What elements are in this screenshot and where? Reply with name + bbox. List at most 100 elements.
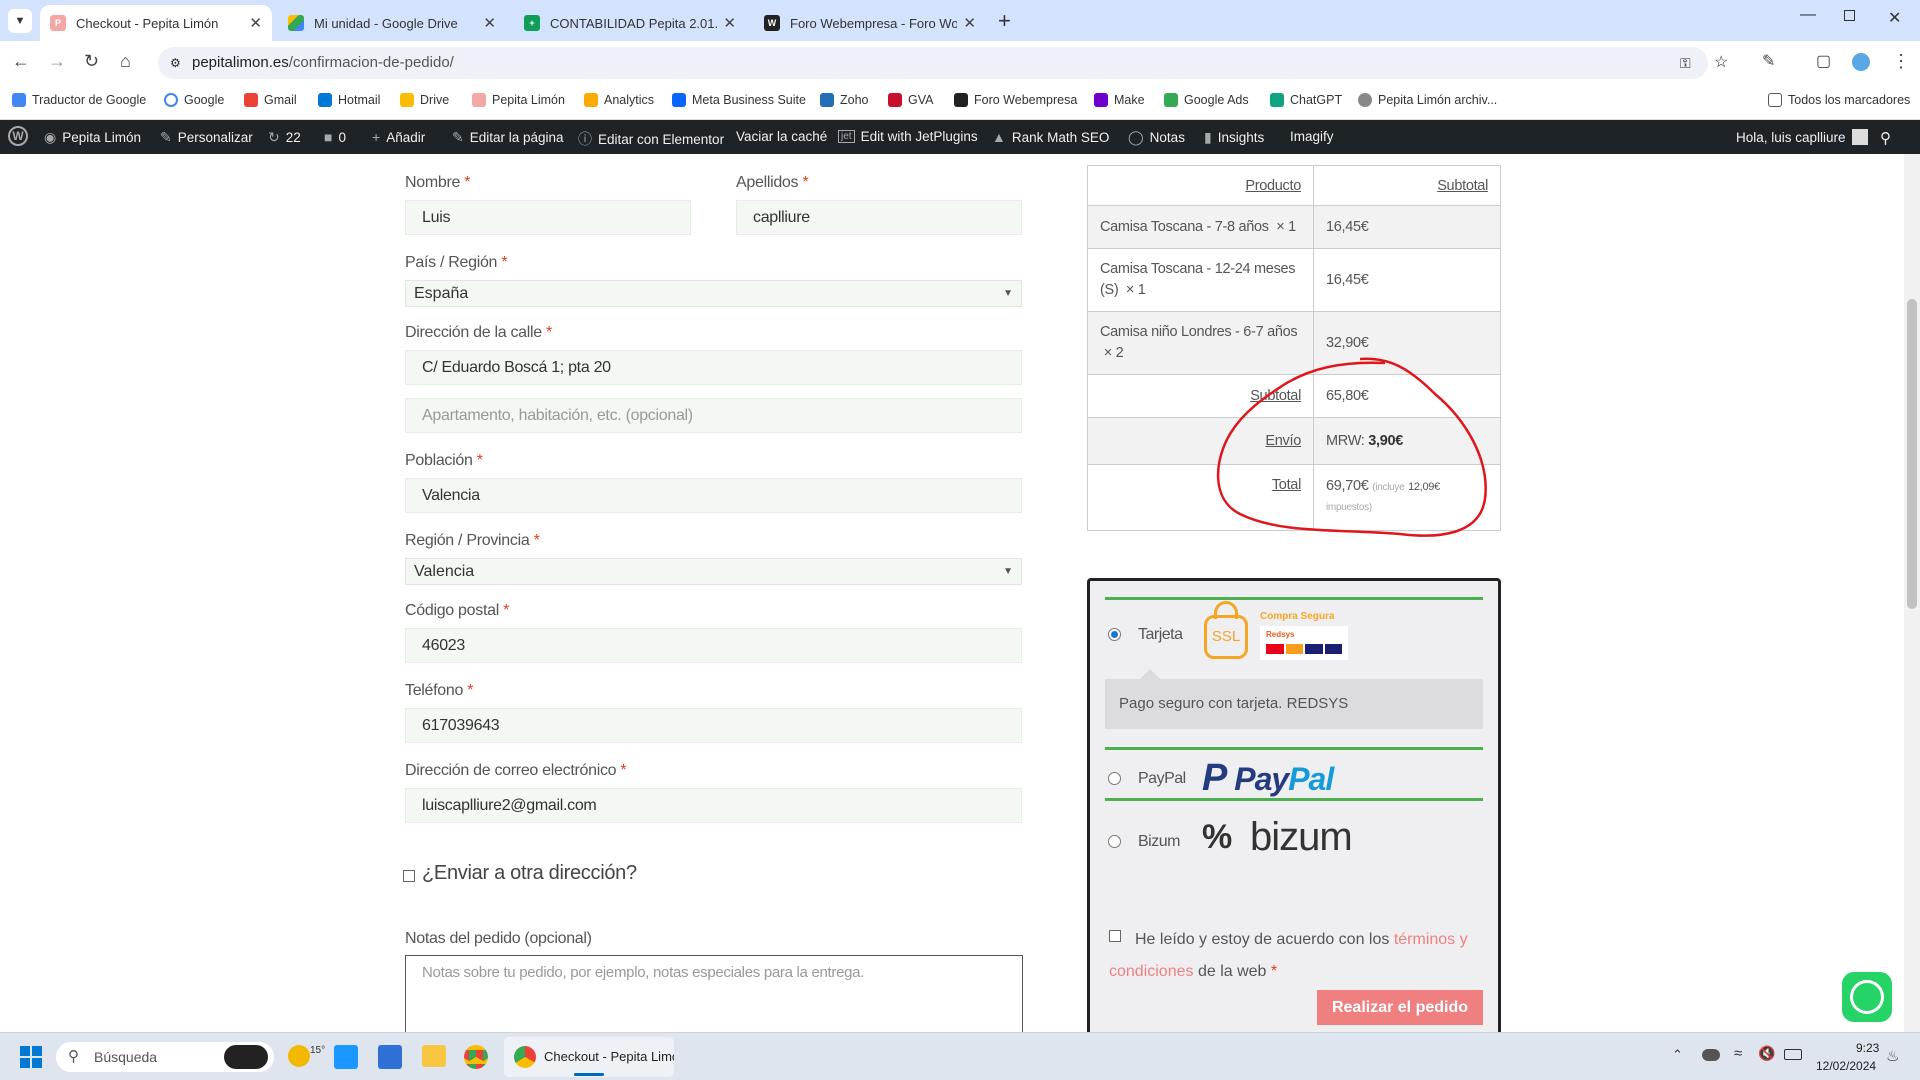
sidepanel-icon[interactable]: ▢ (1816, 51, 1831, 71)
back-icon[interactable]: ← (12, 51, 30, 72)
taskbar-search[interactable]: ⚲ Búsqueda (56, 1042, 274, 1072)
weather-icon[interactable]: 15° (288, 1045, 325, 1067)
wp-comments[interactable]: ■ 0 (324, 129, 346, 145)
wifi-icon[interactable]: ≈ (1734, 1045, 1742, 1062)
tarjeta-radio[interactable] (1108, 628, 1121, 641)
wp-updates[interactable]: ↻ 22 (268, 129, 301, 146)
bookmark-drive[interactable]: Drive (400, 93, 449, 107)
pais-select[interactable]: España ▼ (405, 280, 1022, 307)
bookmark-google[interactable]: Google (164, 93, 224, 107)
menu-icon[interactable]: ⋮ (1892, 51, 1910, 72)
tarjeta-label[interactable]: Tarjeta (1138, 626, 1183, 644)
notas-textarea[interactable]: Notas sobre tu pedido, por ejemplo, nota… (405, 955, 1023, 1032)
wp-notes[interactable]: ◯ Notas (1128, 129, 1185, 146)
bookmark-hotmail[interactable]: Hotmail (318, 93, 380, 107)
clock-time[interactable]: 9:23 (1856, 1041, 1879, 1055)
bookmark-gva[interactable]: GVA (888, 93, 933, 107)
search-icon[interactable]: ⚲ (1880, 129, 1891, 147)
paypal-radio[interactable] (1108, 772, 1121, 785)
poblacion-field[interactable]: Valencia (405, 478, 1022, 513)
bookmark-pepita-archiv[interactable]: Pepita Limón archiv... (1358, 93, 1497, 107)
tab-search-button[interactable]: ▼ (8, 9, 32, 33)
bookmark-pepita[interactable]: Pepita Limón (472, 93, 565, 107)
notification-bell-icon[interactable]: ♨ (1886, 1047, 1899, 1065)
bookmark-traductor[interactable]: Traductor de Google (12, 93, 146, 107)
clock-date[interactable]: 12/02/2024 (1816, 1059, 1876, 1073)
place-order-button[interactable]: Realizar el pedido (1317, 990, 1483, 1025)
scrollbar-thumb[interactable] (1907, 299, 1917, 609)
region-select[interactable]: Valencia ▼ (405, 558, 1022, 585)
minimize-icon[interactable]: — (1800, 6, 1816, 24)
bizum-label[interactable]: Bizum (1138, 833, 1180, 851)
taskbar-app-checkout[interactable]: Checkout - Pepita Limón (504, 1037, 674, 1077)
battery-icon[interactable] (1784, 1049, 1802, 1060)
telefono-field[interactable]: 617039643 (405, 708, 1022, 743)
windows-start-icon[interactable] (20, 1046, 42, 1068)
close-icon[interactable]: ✕ (483, 14, 496, 32)
direccion-field[interactable]: C/ Eduardo Boscá 1; pta 20 (405, 350, 1022, 385)
tab-contabilidad[interactable]: + CONTABILIDAD Pepita 2.01.202 ✕ (514, 5, 746, 41)
whatsapp-button[interactable] (1842, 972, 1892, 1022)
wp-jetplugins[interactable]: jet Edit with JetPlugins (838, 129, 978, 144)
site-info-icon[interactable]: ⚙ (170, 47, 181, 79)
redsys-card-logos: Redsys (1260, 626, 1348, 660)
ship-other-label[interactable]: ¿Enviar a otra dirección? (422, 862, 637, 885)
email-field[interactable]: luiscaplliure2@gmail.com (405, 788, 1022, 823)
cp-field[interactable]: 46023 (405, 628, 1022, 663)
prime-video-icon[interactable] (334, 1045, 358, 1069)
volume-muted-icon[interactable]: 🔇 (1758, 1045, 1775, 1062)
paypal-label[interactable]: PayPal (1138, 770, 1186, 788)
restore-icon[interactable] (1844, 10, 1855, 21)
bookmark-gmail[interactable]: Gmail (244, 93, 297, 107)
bookmark-zoho[interactable]: Zoho (820, 93, 869, 107)
forward-icon[interactable]: → (48, 51, 66, 72)
wp-elementor[interactable]: ⓘ Editar con Elementor (578, 129, 724, 149)
wp-customize[interactable]: ✎ Personalizar (160, 129, 253, 146)
close-icon[interactable]: ✕ (249, 14, 262, 32)
password-key-icon[interactable]: ⚿ (1680, 47, 1691, 79)
new-tab-button[interactable]: + (998, 8, 1011, 34)
apartamento-field[interactable]: Apartamento, habitación, etc. (opcional) (405, 398, 1022, 433)
ship-other-checkbox[interactable] (403, 870, 415, 882)
bookmark-meta[interactable]: Meta Business Suite (672, 93, 806, 107)
store-icon[interactable] (378, 1045, 402, 1069)
wp-greeting[interactable]: Hola, luis caplliure (1736, 129, 1868, 145)
onedrive-icon[interactable] (1702, 1049, 1720, 1061)
tab-checkout[interactable]: P Checkout - Pepita Limón ✕ (40, 5, 272, 41)
profile-avatar[interactable] (1852, 53, 1870, 71)
chrome-icon[interactable] (464, 1045, 488, 1069)
close-window-icon[interactable]: ✕ (1888, 8, 1901, 28)
bookmark-make[interactable]: Make (1094, 93, 1145, 107)
tab-foro[interactable]: W Foro Webempresa - Foro Word ✕ (754, 5, 986, 41)
bookmark-star-icon[interactable]: ☆ (1714, 47, 1728, 79)
wp-site-name[interactable]: ◉ Pepita Limón (44, 129, 141, 146)
tab-drive[interactable]: Mi unidad - Google Drive ✕ (278, 5, 506, 41)
all-bookmarks[interactable]: Todos los marcadores (1768, 93, 1910, 107)
file-explorer-icon[interactable] (422, 1045, 446, 1067)
wp-add-new[interactable]: + Añadir (372, 129, 425, 145)
conditions-link[interactable]: condiciones (1109, 963, 1194, 980)
extensions-icon[interactable]: ✎ (1762, 51, 1775, 71)
page-scrollbar[interactable] (1904, 154, 1920, 1032)
wp-edit-page[interactable]: ✎ Editar la página (452, 129, 564, 146)
url-input[interactable]: ⚙ pepitalimon.es/confirmacion-de-pedido/… (158, 47, 1728, 79)
bizum-radio[interactable] (1108, 835, 1121, 848)
reload-icon[interactable]: ↻ (84, 51, 99, 72)
close-icon[interactable]: ✕ (963, 14, 976, 32)
wordpress-logo-icon[interactable]: W (8, 126, 28, 146)
google-icon (164, 93, 178, 107)
bookmark-foro[interactable]: Foro Webempresa (954, 93, 1077, 107)
nombre-field[interactable]: Luis (405, 200, 691, 235)
wp-imagify[interactable]: Imagify (1290, 129, 1334, 144)
wp-clear-cache[interactable]: Vaciar la caché (736, 129, 827, 144)
terms-link[interactable]: términos y (1394, 931, 1468, 948)
home-icon[interactable]: ⌂ (120, 51, 131, 72)
bookmark-chatgpt[interactable]: ChatGPT (1270, 93, 1342, 107)
tray-chevron-icon[interactable]: ⌃ (1672, 1047, 1683, 1063)
bookmark-google-ads[interactable]: Google Ads (1164, 93, 1249, 107)
wp-insights[interactable]: ▮ Insights (1204, 129, 1264, 146)
wp-rankmath[interactable]: ▲ Rank Math SEO (992, 129, 1109, 145)
bookmark-analytics[interactable]: Analytics (584, 93, 654, 107)
close-icon[interactable]: ✕ (723, 14, 736, 32)
apellidos-field[interactable]: caplliure (736, 200, 1022, 235)
